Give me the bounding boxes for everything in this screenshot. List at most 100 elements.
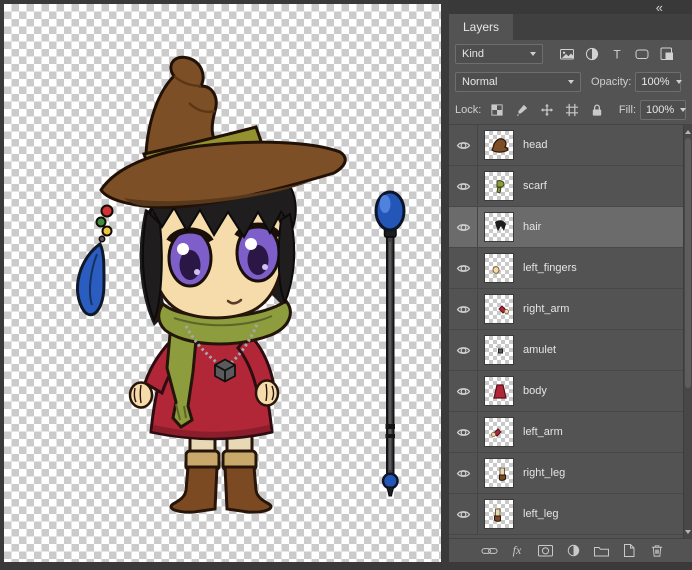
adjustment-layers-filter-icon[interactable] [582,45,601,64]
fill-value: 100% [646,104,675,116]
fill-input[interactable]: 100% [640,100,687,120]
scroll-up-arrow[interactable] [684,126,692,137]
scroll-down-arrow[interactable] [684,526,692,537]
layer-thumbnail[interactable] [484,130,514,160]
visibility-toggle[interactable] [449,289,478,329]
layer-list: head scarf hair left_fingers right_arm a… [449,124,692,538]
new-group-icon[interactable] [592,542,610,559]
filter-row: Kind T [449,40,692,68]
layer-name: right_arm [523,303,570,315]
opacity-value: 100% [641,76,670,88]
kind-filter-label: Kind [462,48,485,60]
layer-row-scarf[interactable]: scarf [449,166,692,207]
chevron-down-icon [530,52,536,56]
eye-icon [456,387,470,395]
shape-layers-filter-icon[interactable] [632,45,651,64]
eye-icon [456,141,470,149]
layer-name: scarf [523,180,547,192]
lock-image-pixels-icon[interactable] [512,101,531,120]
tab-layers[interactable]: Layers [449,14,514,40]
layer-row-left-leg[interactable]: left_leg [449,494,692,535]
visibility-toggle[interactable] [449,412,478,452]
visibility-toggle[interactable] [449,248,478,288]
layer-row-left-fingers[interactable]: left_fingers [449,248,692,289]
character [76,55,347,514]
layer-name: left_leg [523,508,559,520]
layer-thumbnail[interactable] [484,171,514,201]
visibility-toggle[interactable] [449,166,478,206]
layer-thumbnail[interactable] [484,376,514,406]
blend-row: Normal Opacity: 100% [449,68,692,96]
eye-icon [456,510,470,518]
eye-icon [456,182,470,190]
visibility-toggle[interactable] [449,453,478,493]
svg-text:T: T [613,48,621,62]
opacity-label: Opacity: [591,76,632,88]
blend-mode-value: Normal [462,76,498,88]
scrollbar-thumb[interactable] [685,138,691,388]
chevron-down-icon [680,108,687,112]
layer-thumbnail[interactable] [484,458,514,488]
layer-thumbnail[interactable] [484,335,514,365]
layer-list-scrollbar[interactable] [683,125,692,538]
visibility-toggle[interactable] [449,371,478,411]
link-layers-icon[interactable] [480,542,498,559]
character-artwork [76,55,406,514]
lock-row: Lock: Fill: 100% [449,96,692,124]
eye-icon [456,469,470,477]
collapse-panel-button[interactable]: « [656,1,663,14]
kind-filter-dropdown[interactable]: Kind [455,44,543,64]
eye-icon [456,223,470,231]
layer-name: right_leg [523,467,566,479]
new-layer-icon[interactable] [620,542,638,559]
layer-name: left_arm [523,426,563,438]
layer-name: left_fingers [523,262,577,274]
document-canvas[interactable] [4,4,441,562]
delete-layer-icon[interactable] [648,542,666,559]
layer-row-right-leg[interactable]: right_leg [449,453,692,494]
lock-transparent-pixels-icon[interactable] [487,101,506,120]
visibility-toggle[interactable] [449,494,478,534]
eye-icon [456,346,470,354]
panel-tab-bar: Layers [449,14,692,40]
new-adjustment-layer-icon[interactable] [564,542,582,559]
layer-thumbnail[interactable] [484,253,514,283]
layer-row-amulet[interactable]: amulet [449,330,692,371]
lock-all-icon[interactable] [587,101,606,120]
type-layers-filter-icon[interactable]: T [607,45,626,64]
staff-artwork [374,190,406,497]
fill-label: Fill: [618,104,636,116]
layer-row-right-arm[interactable]: right_arm [449,289,692,330]
lock-artboard-icon[interactable] [562,101,581,120]
layers-bottom-toolbar: fx [449,538,692,562]
chevron-down-icon [568,80,574,84]
blend-mode-dropdown[interactable]: Normal [455,72,581,92]
smart-objects-filter-icon[interactable] [657,45,676,64]
layer-row-body[interactable]: body [449,371,692,412]
layer-name: amulet [523,344,557,356]
visibility-toggle[interactable] [449,330,478,370]
layer-name: head [523,139,548,151]
layer-name: hair [523,221,542,233]
panel-header: « [449,0,692,14]
layer-row-left-arm[interactable]: left_arm [449,412,692,453]
pixel-layers-filter-icon[interactable] [557,45,576,64]
layer-style-fx-icon[interactable]: fx [508,542,526,559]
layer-thumbnail[interactable] [484,212,514,242]
eye-icon [456,305,470,313]
add-layer-mask-icon[interactable] [536,542,554,559]
layers-panel: « Layers Kind T Normal Opacity: 100% Loc… [449,0,692,562]
layer-name: body [523,385,547,397]
eye-icon [456,264,470,272]
layer-row-head[interactable]: head [449,125,692,166]
layer-row-hair[interactable]: hair [449,207,692,248]
layer-thumbnail[interactable] [484,294,514,324]
lock-position-icon[interactable] [537,101,556,120]
visibility-toggle[interactable] [449,207,478,247]
layer-thumbnail[interactable] [484,417,514,447]
visibility-toggle[interactable] [449,125,478,165]
lock-label: Lock: [455,104,482,116]
opacity-input[interactable]: 100% [635,72,682,92]
layer-thumbnail[interactable] [484,499,514,529]
chevron-down-icon [675,80,682,84]
